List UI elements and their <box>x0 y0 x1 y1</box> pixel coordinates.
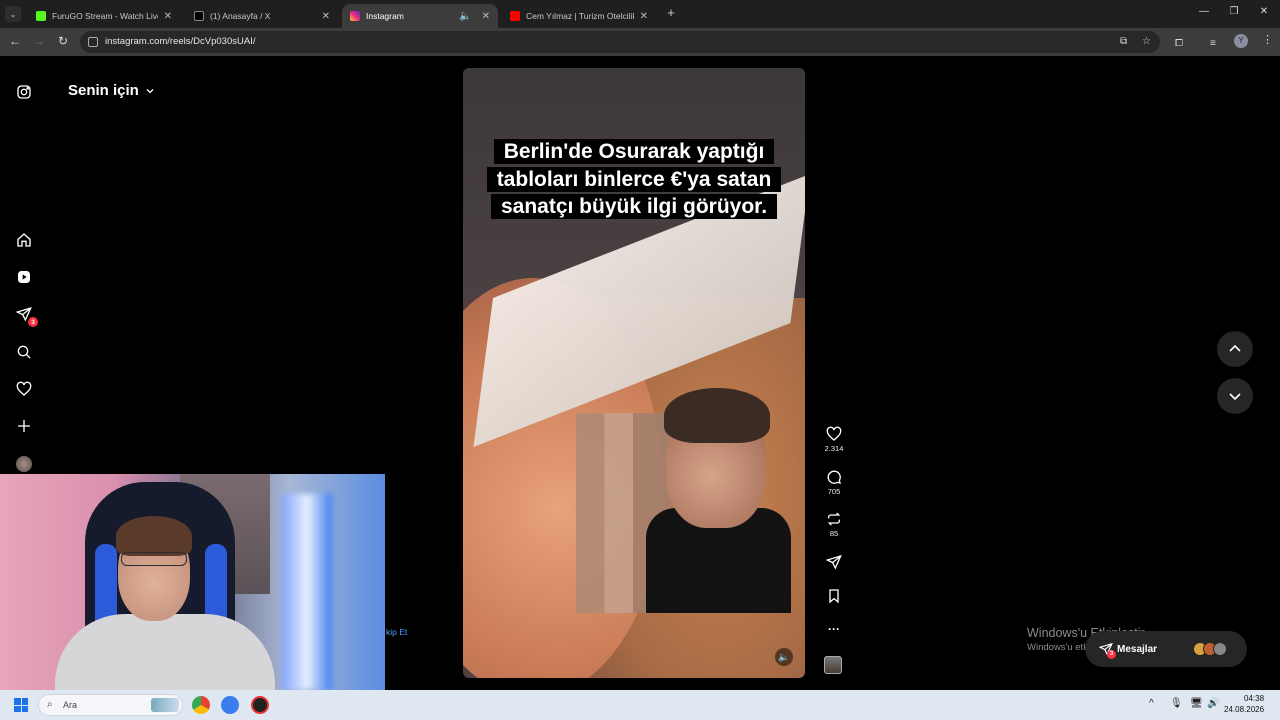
close-window-icon[interactable]: ✕ <box>1257 6 1271 17</box>
site-info-icon[interactable] <box>88 37 98 47</box>
reels-icon[interactable] <box>14 267 34 287</box>
comment-count: 705 <box>827 487 841 496</box>
forward-arrow-icon[interactable]: → <box>31 34 47 48</box>
comment-button[interactable]: 705 <box>818 469 850 496</box>
taskbar-search[interactable]: ⌕ Ara <box>38 694 183 716</box>
bookmark-star-icon[interactable]: ☆ <box>1142 36 1151 47</box>
glasses <box>121 552 187 566</box>
tab-x[interactable]: (1) Anasayfa / X ✕ <box>186 4 338 28</box>
windows-start-icon[interactable] <box>14 698 28 712</box>
reel-caption: Berlin'de Osurarak yaptığı tabloları bin… <box>481 138 787 221</box>
repost-icon <box>827 512 841 526</box>
instagram-icon <box>350 11 360 21</box>
more-options-icon[interactable]: ··· <box>818 622 850 636</box>
comment-icon <box>827 470 841 484</box>
heart-icon[interactable] <box>14 379 34 399</box>
tab-title: FuruGO Stream - Watch Live on <box>52 11 158 21</box>
restore-icon[interactable]: ❐ <box>1227 6 1241 17</box>
kick-icon <box>36 11 46 21</box>
webcam-overlay <box>0 474 385 690</box>
search-icon: ⌕ <box>47 699 53 710</box>
chevron-up-icon <box>1229 344 1241 352</box>
instagram-logo-icon[interactable] <box>14 82 34 102</box>
like-count: 2.314 <box>824 444 844 453</box>
search-icon[interactable] <box>14 342 34 362</box>
follow-link[interactable]: kip Et <box>386 627 407 637</box>
previous-reel-button[interactable] <box>1217 331 1253 367</box>
close-icon[interactable]: ✕ <box>164 11 172 22</box>
feed-title: Senin için <box>68 82 139 99</box>
share-button[interactable] <box>818 554 850 570</box>
tab-title: Cem Yılmaz | Turizm Otelcilik - <box>526 11 634 21</box>
save-button[interactable] <box>818 588 850 604</box>
create-plus-icon[interactable] <box>14 416 34 436</box>
next-reel-button[interactable] <box>1217 378 1253 414</box>
bookmark-icon <box>829 589 839 604</box>
app-icon[interactable] <box>221 696 239 714</box>
volume-icon[interactable]: 🔈 <box>775 648 793 666</box>
send-icon <box>826 554 842 570</box>
microphone-icon[interactable]: 🎙 <box>1170 698 1183 709</box>
message-avatars <box>1193 642 1227 656</box>
tray-chevron-icon[interactable]: ^ <box>1149 698 1154 709</box>
close-icon[interactable]: ✕ <box>640 11 648 22</box>
url-text[interactable]: instagram.com/reels/DcVp030sUAI/ <box>105 36 255 47</box>
home-icon[interactable] <box>14 230 34 250</box>
tab-furugo[interactable]: FuruGO Stream - Watch Live on ✕ <box>28 4 180 28</box>
new-tab-button[interactable]: + <box>664 6 678 20</box>
tab-search-button[interactable]: ⌄ <box>5 6 21 22</box>
search-highlight-icon <box>151 698 179 712</box>
messages-button[interactable]: 3 Mesajlar <box>1085 631 1247 667</box>
repost-count: 85 <box>829 529 839 538</box>
reel-video[interactable]: Berlin'de Osurarak yaptığı tabloları bin… <box>463 68 805 678</box>
more-menu-icon[interactable]: ⋮ <box>1262 33 1273 46</box>
browser-tab-bar: ⌄ FuruGO Stream - Watch Live on ✕ (1) An… <box>0 0 1280 28</box>
volume-icon[interactable]: 🔊 <box>1207 698 1219 709</box>
minimize-icon[interactable]: — <box>1197 6 1211 17</box>
profile-avatar[interactable]: Y <box>1234 34 1248 48</box>
messages-badge: 3 <box>1107 650 1116 659</box>
close-icon[interactable]: ✕ <box>322 11 330 22</box>
profile-avatar-icon[interactable] <box>14 454 34 474</box>
close-icon[interactable]: ✕ <box>482 11 490 22</box>
chevron-down-icon <box>1229 393 1241 401</box>
reel-actions: 2.314 705 85 ··· <box>818 56 850 688</box>
browser-toolbar: ← → ↻ instagram.com/reels/DcVp030sUAI/ ⧉… <box>0 28 1280 56</box>
notification-badge: 3 <box>28 317 38 327</box>
direct-messages-icon[interactable]: 3 <box>14 304 38 327</box>
obs-icon[interactable] <box>251 696 269 714</box>
messages-label: Mesajlar <box>1117 643 1158 655</box>
search-placeholder: Ara <box>63 700 78 710</box>
reload-icon[interactable]: ↻ <box>55 34 71 48</box>
feed-selector[interactable]: Senin için <box>68 82 155 99</box>
media-controls-icon[interactable]: ≡ <box>1210 38 1216 49</box>
network-icon[interactable]: 🖥 <box>1190 698 1203 709</box>
heart-icon <box>826 426 842 441</box>
like-button[interactable]: 2.314 <box>818 426 850 453</box>
extensions-icon[interactable]: ⧠ <box>1175 38 1183 49</box>
install-app-icon[interactable]: ⧉ <box>1120 36 1127 47</box>
repost-button[interactable]: 85 <box>818 511 850 538</box>
clock-time: 04:38 <box>1244 694 1265 703</box>
clock[interactable]: 04:38 24.08.2026 <box>1224 693 1264 715</box>
address-bar[interactable]: instagram.com/reels/DcVp030sUAI/ ⧉ ☆ <box>80 31 1160 53</box>
youtube-icon <box>510 11 520 21</box>
tab-title: Instagram <box>366 11 404 21</box>
tab-instagram[interactable]: Instagram 🔈 ✕ <box>342 4 498 28</box>
video-person <box>646 388 791 613</box>
tab-youtube[interactable]: Cem Yılmaz | Turizm Otelcilik - ✕ <box>502 4 656 28</box>
speaker-icon[interactable]: 🔈 <box>459 11 471 22</box>
send-icon: 3 <box>1098 642 1116 659</box>
tab-title: (1) Anasayfa / X <box>210 11 271 21</box>
clock-date: 24.08.2026 <box>1224 705 1265 714</box>
chrome-icon[interactable] <box>192 696 210 714</box>
x-logo-icon <box>194 11 204 21</box>
windows-taskbar: ⌕ Ara ^ 🎙 🖥 🔊 04:38 24.08.2026 <box>0 690 1280 720</box>
audio-thumbnail[interactable] <box>824 656 842 674</box>
back-arrow-icon[interactable]: ← <box>7 34 23 48</box>
chevron-down-icon <box>146 88 154 93</box>
